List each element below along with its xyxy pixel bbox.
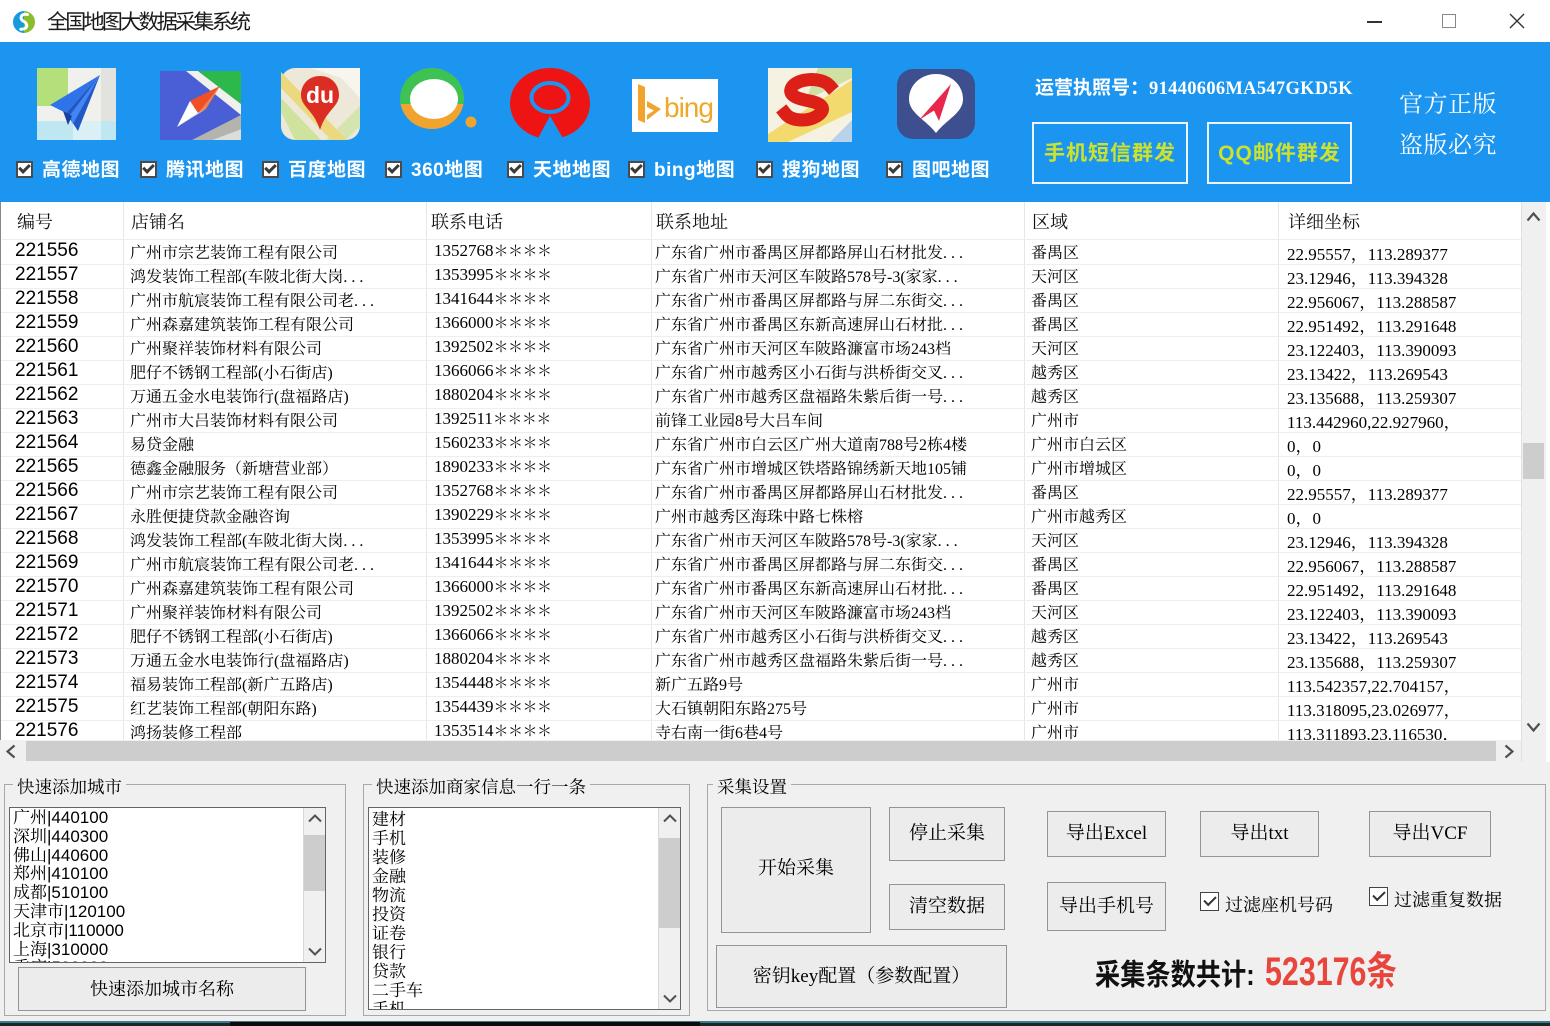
svg-text:bing: bing [664, 92, 713, 123]
svg-text:du: du [306, 82, 334, 108]
